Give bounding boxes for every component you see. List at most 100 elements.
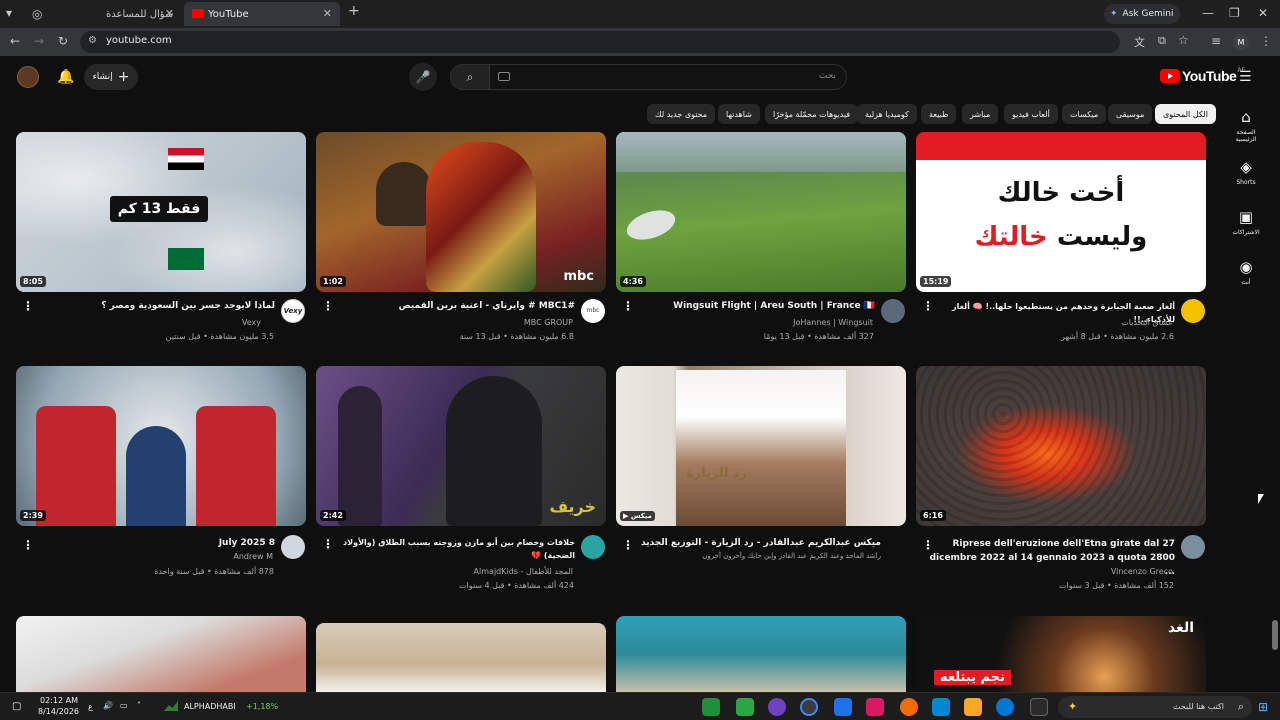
app-icon[interactable] — [768, 698, 786, 716]
scrollbar-thumb[interactable] — [1272, 620, 1278, 650]
stock-name[interactable]: ALPHADHABI — [184, 702, 236, 711]
close-icon[interactable]: ✕ — [165, 7, 174, 20]
video-title[interactable]: لماذا لايوجد جسر بين السعودية ومصر ؟ — [25, 300, 275, 313]
restore-icon[interactable]: ❐ — [1229, 6, 1240, 20]
video-thumbnail[interactable]: ألغاز للأذكياء أخت خالك وليست خالتك 15:1… — [916, 132, 1206, 292]
window-close-icon[interactable]: ✕ — [1258, 6, 1268, 20]
video-title[interactable]: 8 July 2025 — [25, 537, 275, 550]
tab-youtube[interactable]: YouTube ✕ — [184, 2, 340, 26]
scrollbar-track[interactable] — [1272, 98, 1278, 692]
voice-search-mic-icon[interactable]: 🎤 — [409, 63, 437, 91]
chip-mixes[interactable]: ميكسات — [1062, 104, 1107, 124]
chip-live[interactable]: مباشر — [962, 104, 999, 124]
guide-shorts[interactable]: ◈ Shorts — [1226, 158, 1266, 186]
tab-help[interactable]: ◎ سؤال للمساعدة ✕ — [26, 2, 182, 26]
guide-subscriptions[interactable]: ▣ الاشتراكات — [1226, 208, 1266, 236]
video-thumbnail[interactable] — [16, 616, 306, 692]
channel-avatar[interactable]: mbc — [581, 299, 605, 323]
app-icon[interactable] — [900, 698, 918, 716]
notifications-bell-icon[interactable]: 🔔 — [57, 69, 74, 85]
forward-icon[interactable]: → — [34, 34, 44, 48]
channel-name[interactable]: JoHannes | Wingsuit — [623, 318, 873, 327]
video-thumbnail[interactable] — [616, 616, 906, 692]
chip-nature[interactable]: طبيعة — [921, 104, 957, 124]
chip-music[interactable]: موسيقى — [1108, 104, 1153, 124]
keyboard-icon[interactable] — [498, 72, 510, 81]
video-thumbnail[interactable]: 6:16 — [916, 366, 1206, 526]
file-explorer-icon[interactable] — [964, 698, 982, 716]
channel-name[interactable]: راشد الماجد وعبد الكريم عبد القادر وإبن … — [631, 552, 881, 560]
channel-name[interactable]: Vexy — [11, 318, 261, 327]
guide-you[interactable]: ◉ أنت — [1226, 258, 1266, 286]
channel-avatar[interactable] — [1181, 299, 1205, 323]
video-thumbnail[interactable] — [316, 623, 606, 692]
more-options-icon[interactable]: ⋮ — [322, 537, 334, 551]
channel-avatar[interactable] — [881, 299, 905, 323]
volume-icon[interactable]: 🔊 — [103, 701, 113, 710]
minimize-icon[interactable]: — — [1202, 6, 1214, 20]
site-info-icon[interactable]: ⚙ — [88, 35, 97, 46]
more-options-icon[interactable]: ⋮ — [322, 299, 334, 313]
notification-center-icon[interactable]: ▢ — [12, 701, 21, 712]
video-title[interactable]: #MBC1 # وايرناي - اعنية برين القميص — [325, 300, 575, 313]
reload-icon[interactable]: ↻ — [58, 34, 68, 48]
more-options-icon[interactable]: ⋮ — [622, 299, 634, 313]
video-thumbnail[interactable]: mbc 1:02 — [316, 132, 606, 292]
install-app-icon[interactable]: ⧉ — [1158, 34, 1166, 48]
video-thumbnail[interactable]: خريف 2:42 — [316, 366, 606, 526]
video-title[interactable]: ميكس عبدالكريم عبدالقادر - رد الزيارة - … — [631, 537, 881, 550]
app-icon[interactable] — [866, 698, 884, 716]
browser-menu-icon[interactable]: ⋮ — [1260, 34, 1272, 48]
video-thumbnail[interactable]: 4:36 — [616, 132, 906, 292]
channel-avatar[interactable] — [1181, 535, 1205, 559]
channel-name[interactable]: المجد للأطفال - AlmajdKids — [323, 567, 573, 576]
channel-name[interactable]: عشاق التحديات — [923, 318, 1173, 327]
tray-chevron-icon[interactable]: ˄ — [137, 701, 141, 710]
network-icon[interactable]: ▭ — [120, 701, 128, 710]
chip-video-games[interactable]: ألعاب فيديو — [1004, 104, 1058, 124]
chip-watched[interactable]: شاهدتها — [718, 104, 760, 124]
translate-icon[interactable]: 文 — [1134, 34, 1145, 50]
menu-hamburger-icon[interactable]: ☰ — [1239, 69, 1252, 85]
windows-start-icon[interactable]: ⊞ — [1258, 700, 1268, 714]
video-title[interactable]: خلافات وخصام بين أبو مازن وزوجته بسبب ال… — [325, 536, 575, 562]
more-options-icon[interactable]: ⋮ — [22, 299, 34, 313]
close-icon[interactable]: ✕ — [323, 7, 332, 20]
bookmark-star-icon[interactable]: ☆ — [1178, 33, 1189, 47]
create-button[interactable]: إنشاء + — [84, 64, 138, 90]
back-icon[interactable]: ← — [10, 34, 20, 48]
channel-name[interactable]: Andrew M — [23, 552, 273, 561]
edge-icon[interactable] — [996, 698, 1014, 716]
chip-comedy[interactable]: كوميديا هزلية — [857, 104, 917, 124]
search-input[interactable]: بحث — [489, 64, 847, 90]
profile-avatar[interactable]: M — [1233, 34, 1249, 50]
more-options-icon[interactable]: ⋮ — [922, 538, 934, 552]
guide-home[interactable]: ⌂ الصفحة الرئيسية — [1226, 108, 1266, 143]
media-player-icon[interactable] — [702, 698, 720, 716]
task-view-icon[interactable] — [1030, 698, 1048, 716]
video-thumbnail[interactable]: رد الزيارة ▶ ميكس — [616, 366, 906, 526]
channel-avatar[interactable] — [581, 535, 605, 559]
new-tab-button[interactable]: + — [348, 3, 360, 19]
search-button[interactable]: ⌕ — [450, 64, 490, 90]
tab-search-icon[interactable]: ▾ — [6, 6, 12, 20]
input-language[interactable]: ع — [88, 702, 93, 711]
channel-name[interactable]: MBC GROUP — [323, 318, 573, 327]
chip-all[interactable]: الكل المحتوى — [1155, 104, 1216, 124]
more-options-icon[interactable]: ⋮ — [922, 299, 934, 313]
more-options-icon[interactable]: ⋮ — [622, 538, 634, 552]
app-icon[interactable] — [736, 698, 754, 716]
reading-list-icon[interactable]: ≡ — [1211, 34, 1221, 48]
clock-time[interactable]: 02:12 AM — [40, 696, 78, 705]
more-options-icon[interactable]: ⋮ — [22, 538, 34, 552]
video-thumbnail[interactable]: فقط 13 كم 8:05 — [16, 132, 306, 292]
clock-date[interactable]: 8/14/2026 — [38, 707, 79, 716]
mail-icon[interactable] — [932, 698, 950, 716]
ask-gemini-button[interactable]: ✦ Ask Gemini — [1104, 4, 1180, 24]
video-title[interactable]: Wingsuit Flight | Areu South | France 🇫🇷 — [625, 300, 875, 313]
channel-name[interactable]: Vincenzo Greco — [923, 567, 1173, 576]
video-thumbnail[interactable]: 2:39 — [16, 366, 306, 526]
chip-recently-uploaded[interactable]: فيديوهات محمّلة مؤخرًا — [765, 104, 859, 124]
taskbar-search-box[interactable]: ✦ اكتب هنا للبحث ⌕ — [1058, 696, 1252, 718]
app-icon[interactable] — [834, 698, 852, 716]
